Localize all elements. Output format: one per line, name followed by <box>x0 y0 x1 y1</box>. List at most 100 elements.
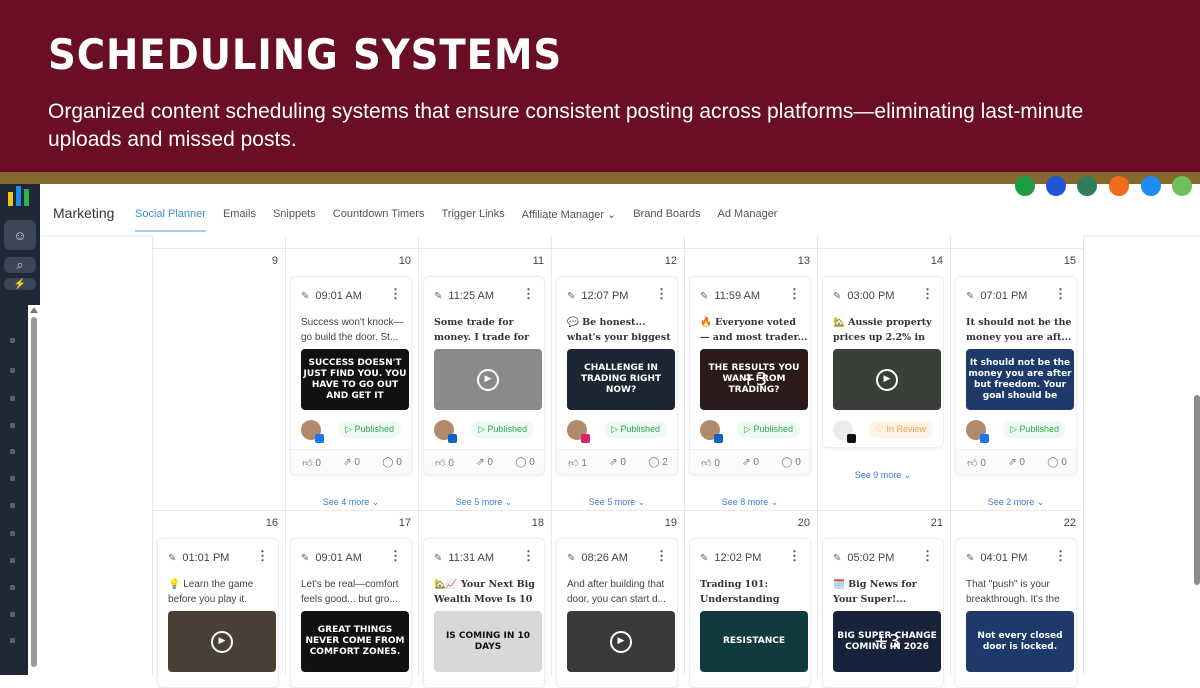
more-options-icon[interactable]: ⋮ <box>1054 549 1067 563</box>
more-options-icon[interactable]: ⋮ <box>788 549 801 563</box>
sidebar-nav-icon[interactable] <box>10 449 15 454</box>
post-card[interactable]: ✎ 03:00 PM ⋮ 🏡 Aussie property prices up 2.… <box>822 276 944 448</box>
see-more-link[interactable]: See 5 more ⌄ <box>423 497 545 508</box>
post-card[interactable]: ✎ 12:02 PM ⋮ Trading 101: Understanding Sup… <box>689 538 811 688</box>
pen-icon: ✎ <box>301 291 310 302</box>
play-icon[interactable]: ▶ <box>876 368 898 391</box>
see-more-link[interactable]: See 2 more ⌄ <box>955 497 1077 508</box>
post-media[interactable]: Not every closed door is locked. <box>966 611 1074 672</box>
tab-emails[interactable]: Emails <box>223 208 256 232</box>
play-icon[interactable]: ▶ <box>211 630 233 653</box>
more-options-icon[interactable]: ⋮ <box>788 287 801 301</box>
like-count[interactable]: 👍︎ 0 <box>435 457 454 469</box>
more-options-icon[interactable]: ⋮ <box>256 549 269 563</box>
share-count[interactable]: ⇗ 0 <box>1008 457 1025 468</box>
sidebar-nav-icon[interactable] <box>10 531 15 536</box>
comment-count[interactable]: ◯ 0 <box>781 457 801 468</box>
post-card[interactable]: ✎ 11:59 AM ⋮ 🔥 Everyone voted — and most tr… <box>689 276 811 475</box>
tab-brand-boards[interactable]: Brand Boards <box>633 208 700 232</box>
comment-count[interactable]: ◯ 0 <box>382 457 402 468</box>
post-card[interactable]: ✎ 04:01 PM ⋮ That "push" is your breakthrou… <box>955 538 1077 688</box>
post-card[interactable]: ✎ 09:01 AM ⋮ Success won't knock—go build t… <box>290 276 412 475</box>
post-media[interactable]: GREAT THINGS NEVER COME FROM COMFORT ZON… <box>301 611 409 672</box>
more-options-icon[interactable]: ⋮ <box>522 287 535 301</box>
tab-ad-manager[interactable]: Ad Manager <box>718 208 778 232</box>
comment-count[interactable]: ◯ 0 <box>515 457 535 468</box>
share-count[interactable]: ⇗ 0 <box>343 457 360 468</box>
more-options-icon[interactable]: ⋮ <box>655 549 668 563</box>
sidebar-nav-icon[interactable] <box>10 585 15 590</box>
post-media[interactable]: ▶ <box>168 611 276 672</box>
notification-icon[interactable] <box>1109 176 1129 196</box>
post-time-label: 01:01 PM <box>182 552 230 564</box>
comment-count[interactable]: ◯ 0 <box>1047 457 1067 468</box>
post-media[interactable]: BIG SUPER CHANGE COMING IN 2026 +3 <box>833 611 941 672</box>
post-media[interactable]: ▶ <box>567 611 675 672</box>
post-card[interactable]: ✎ 07:01 PM ⋮ It should not be the money you… <box>955 276 1077 475</box>
like-count[interactable]: 👍︎ 1 <box>568 457 587 469</box>
status-badge: ▷ Published <box>1003 421 1066 438</box>
tab-countdown-timers[interactable]: Countdown Timers <box>333 208 425 232</box>
phone-icon[interactable] <box>1015 176 1035 196</box>
like-count[interactable]: 👍︎ 0 <box>302 457 321 469</box>
sidebar-nav-icon[interactable] <box>10 558 15 563</box>
chat-icon[interactable] <box>1077 176 1097 196</box>
more-options-icon[interactable]: ⋮ <box>1054 287 1067 301</box>
more-icon[interactable] <box>1172 176 1192 196</box>
post-media[interactable]: ▶ <box>833 349 941 410</box>
see-more-link[interactable]: See 5 more ⌄ <box>556 497 678 508</box>
post-media[interactable]: It should not be the money you are after… <box>966 349 1074 410</box>
post-card[interactable]: ✎ 08:26 AM ⋮ And after building that door, … <box>556 538 678 688</box>
post-card[interactable]: ✎ 01:01 PM ⋮ 💡 Learn the game before you pl… <box>157 538 279 688</box>
sidebar-nav-icon[interactable] <box>10 638 15 643</box>
sidebar-nav-icon[interactable] <box>10 368 15 373</box>
more-options-icon[interactable]: ⋮ <box>921 287 934 301</box>
sidebar-nav-icon[interactable] <box>10 503 15 508</box>
share-count[interactable]: ⇗ 0 <box>476 457 493 468</box>
post-card[interactable]: ✎ 11:31 AM ⋮ 🏡📈 Your Next Big Wealth Move I… <box>423 538 545 688</box>
sidebar-nav-icon[interactable] <box>10 476 15 481</box>
see-more-link[interactable]: See 4 more ⌄ <box>290 497 412 508</box>
like-count[interactable]: 👍︎ 0 <box>701 457 720 469</box>
post-card[interactable]: ✎ 05:02 PM ⋮ 🗓️ Big News for Your Super!...… <box>822 538 944 688</box>
play-icon[interactable]: ▶ <box>610 630 632 653</box>
post-media[interactable]: THE RESULTS YOU WANT FROM TRADING? +3 <box>700 349 808 410</box>
sidebar-quick-action-button[interactable]: ⚡ <box>4 278 36 290</box>
tab-affiliate-manager[interactable]: Affiliate Manager ⌄ <box>522 208 617 232</box>
tab-social-planner[interactable]: Social Planner <box>135 208 206 232</box>
sidebar-search-button[interactable]: ⌕ <box>4 257 36 273</box>
post-card[interactable]: ✎ 12:07 PM ⋮ 💬 Be honest... what's your big… <box>556 276 678 475</box>
more-options-icon[interactable]: ⋮ <box>389 287 402 301</box>
post-media[interactable]: CHALLENGE IN TRADING RIGHT NOW? <box>567 349 675 410</box>
sparkle-icon[interactable] <box>1046 176 1066 196</box>
see-more-link[interactable]: See 8 more ⌄ <box>689 497 811 508</box>
tab-trigger-links[interactable]: Trigger Links <box>441 208 504 232</box>
post-card[interactable]: ✎ 11:25 AM ⋮ Some trade for money. I trade … <box>423 276 545 475</box>
sidebar-nav-icon[interactable] <box>10 612 15 617</box>
sidebar-nav-icon[interactable] <box>10 396 15 401</box>
help-icon[interactable] <box>1141 176 1161 196</box>
comment-count[interactable]: ◯ 2 <box>648 457 668 468</box>
sidebar-nav-icon[interactable] <box>10 423 15 428</box>
sidebar-nav-icon[interactable] <box>10 338 15 343</box>
post-media[interactable]: RESISTANCE <box>700 611 808 672</box>
more-options-icon[interactable]: ⋮ <box>389 549 402 563</box>
post-caption: 💬 Be honest... what's your biggest cha..… <box>567 317 671 343</box>
page-scrollbar[interactable] <box>1194 395 1200 585</box>
tab-snippets[interactable]: Snippets <box>273 208 316 232</box>
sidebar-scrollbar[interactable] <box>28 305 40 675</box>
share-count[interactable]: ⇗ 0 <box>742 457 759 468</box>
post-media[interactable]: SUCCESS DOESN'T JUST FIND YOU. YOU HAVE … <box>301 349 409 410</box>
more-options-icon[interactable]: ⋮ <box>921 549 934 563</box>
post-media[interactable]: ▶ <box>434 349 542 410</box>
more-options-icon[interactable]: ⋮ <box>522 549 535 563</box>
play-icon[interactable]: ▶ <box>477 368 499 391</box>
status-label: Published <box>354 424 394 434</box>
sidebar-account-button[interactable]: ☺ <box>4 220 36 250</box>
post-media[interactable]: IS COMING IN 10 DAYS <box>434 611 542 672</box>
like-count[interactable]: 👍︎ 0 <box>967 457 986 469</box>
post-card[interactable]: ✎ 09:01 AM ⋮ Let's be real—comfort feels go… <box>290 538 412 688</box>
more-options-icon[interactable]: ⋮ <box>655 287 668 301</box>
share-count[interactable]: ⇗ 0 <box>609 457 626 468</box>
see-more-link[interactable]: See 9 more ⌄ <box>822 470 944 481</box>
